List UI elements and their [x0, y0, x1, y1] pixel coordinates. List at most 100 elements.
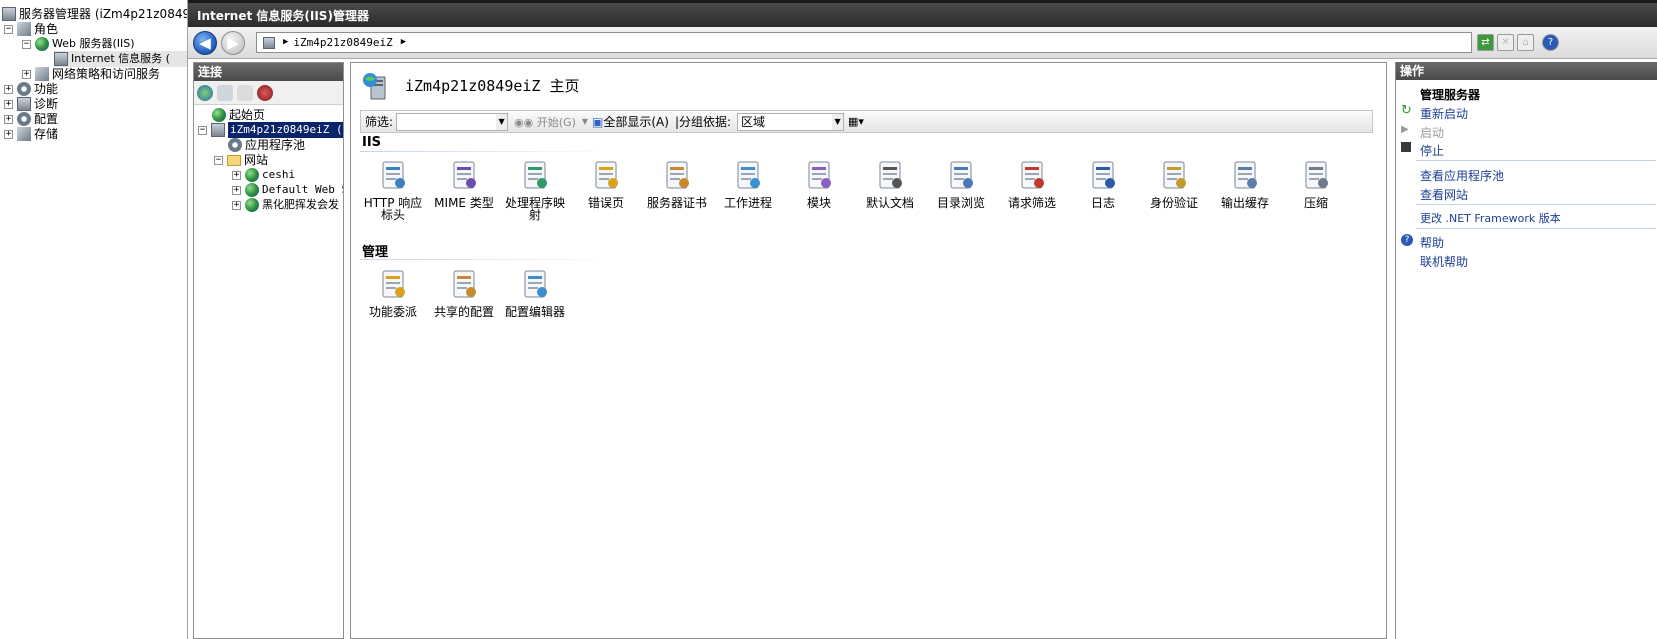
- tree-item-web-server[interactable]: − Web 服务器(IIS): [22, 36, 135, 52]
- view-icon[interactable]: ▦▾: [848, 115, 864, 128]
- tree-item-site[interactable]: + ceshi: [232, 167, 295, 183]
- refresh-icon[interactable]: ⇄: [1477, 34, 1494, 51]
- feature-tile[interactable]: 模块: [785, 159, 853, 209]
- online-help-link[interactable]: 联机帮助: [1420, 253, 1468, 270]
- address-bar[interactable]: ▶ iZm4p21z0849eiZ ▶: [256, 32, 1472, 53]
- feature-tile[interactable]: 身份验证: [1140, 159, 1208, 209]
- chevron-down-icon[interactable]: ▼: [582, 117, 588, 126]
- breadcrumb-server[interactable]: iZm4p21z0849eiZ: [293, 33, 392, 52]
- tree-item-site[interactable]: + Default Web S:: [232, 182, 343, 198]
- app-pool-icon: [228, 138, 242, 152]
- home-icon[interactable]: ⌂: [1517, 34, 1534, 51]
- connections-pane: 连接 起始页 − iZm4p21z0849eiZ (iZm 应用程序池 − 网站…: [193, 62, 344, 639]
- disconnect-icon[interactable]: [257, 84, 273, 101]
- expand-icon[interactable]: +: [232, 200, 241, 210]
- group-divider: [360, 259, 620, 260]
- expand-icon[interactable]: +: [22, 69, 31, 79]
- tree-item-site[interactable]: + 黑化肥挥发会发: [232, 197, 339, 213]
- restart-link[interactable]: 重新启动: [1420, 105, 1468, 122]
- feature-tile[interactable]: MIME 类型: [430, 159, 498, 209]
- connect-globe-icon[interactable]: [197, 84, 213, 101]
- feature-tile[interactable]: 处理程序映射: [501, 159, 569, 221]
- tree-item-start-page[interactable]: 起始页: [212, 107, 265, 123]
- actions-header: 操作: [1396, 62, 1657, 80]
- http-response-headers-icon: [377, 159, 409, 191]
- tree-item-npas[interactable]: + 网络策略和访问服务: [22, 66, 160, 82]
- save-icon[interactable]: [217, 84, 233, 101]
- help-icon[interactable]: ?: [1542, 34, 1559, 51]
- tree-item-configuration[interactable]: + 配置: [4, 111, 58, 127]
- tree-item-server[interactable]: − iZm4p21z0849eiZ (iZm: [198, 122, 343, 138]
- change-net-version-link[interactable]: 更改 .NET Framework 版本: [1420, 210, 1561, 226]
- start-link[interactable]: 启动: [1420, 124, 1444, 141]
- roles-icon: [17, 22, 31, 36]
- tree-item-label: Internet 信息服务 (: [71, 52, 170, 65]
- show-all-label: 全部显示(A): [603, 115, 669, 129]
- expand-icon[interactable]: +: [4, 114, 13, 124]
- web-server-icon: [35, 37, 49, 51]
- feature-tile[interactable]: 工作进程: [714, 159, 782, 209]
- page-title: iZm4p21z0849eiZ 主页: [405, 77, 580, 95]
- tree-item-storage[interactable]: + 存储: [4, 126, 58, 142]
- tree-item-iis-manager[interactable]: Internet 信息服务 (: [54, 51, 187, 67]
- tree-item-label: 黑化肥挥发会发: [262, 198, 339, 211]
- tree-item-sites[interactable]: − 网站: [214, 152, 268, 168]
- collapse-icon[interactable]: −: [198, 125, 207, 135]
- tree-item-app-pools[interactable]: 应用程序池: [228, 137, 305, 153]
- feature-tile[interactable]: HTTP 响应标头: [359, 159, 427, 221]
- tree-item-features[interactable]: + 功能: [4, 81, 58, 97]
- feature-tile[interactable]: 目录浏览: [927, 159, 995, 209]
- stop-icon[interactable]: ✕: [1497, 34, 1514, 51]
- view-app-pools-link[interactable]: 查看应用程序池: [1420, 167, 1504, 184]
- feature-tile[interactable]: 输出缓存: [1211, 159, 1279, 209]
- tree-item-diagnostics[interactable]: + 诊断: [4, 96, 58, 112]
- back-button[interactable]: ◀: [193, 31, 217, 55]
- output-caching-icon: [1229, 159, 1261, 191]
- breadcrumb-arrow-icon[interactable]: ▶: [283, 33, 288, 52]
- feature-tile[interactable]: 日志: [1069, 159, 1137, 209]
- chevron-down-icon[interactable]: ▼: [496, 113, 508, 130]
- up-icon[interactable]: [237, 84, 253, 101]
- group-by-select[interactable]: 区域 ▼: [737, 112, 845, 131]
- expand-icon[interactable]: +: [4, 84, 13, 94]
- feature-delegation-icon: [377, 268, 409, 300]
- collapse-icon[interactable]: −: [4, 24, 13, 34]
- feature-tile[interactable]: 错误页: [572, 159, 640, 209]
- tree-item-roles[interactable]: − 角色: [4, 21, 58, 37]
- view-sites-link[interactable]: 查看网站: [1420, 186, 1468, 203]
- tree-root-server-manager[interactable]: 服务器管理器 (iZm4p21z0849ei: [2, 6, 187, 22]
- feature-tile[interactable]: 配置编辑器: [501, 268, 569, 318]
- feature-label: 压缩: [1303, 196, 1328, 210]
- feature-tile[interactable]: 服务器证书: [643, 159, 711, 209]
- show-all-button[interactable]: ▣全部显示(A): [592, 113, 669, 130]
- stop-link[interactable]: 停止: [1420, 142, 1444, 159]
- feature-tile[interactable]: 请求筛选: [998, 159, 1066, 209]
- go-button[interactable]: ◉◉ 开始(G): [514, 114, 576, 130]
- collapse-icon[interactable]: −: [22, 39, 31, 49]
- filter-bar: 筛选: ▼ ◉◉ 开始(G) ▼ ▣全部显示(A) |分组依据: 区域 ▼ ▦▾: [360, 110, 1373, 133]
- group-title-management: 管理: [362, 245, 389, 260]
- feature-tile[interactable]: 功能委派: [359, 268, 427, 318]
- feature-label: 默认文档: [865, 196, 914, 210]
- expand-icon[interactable]: +: [4, 129, 13, 139]
- expand-icon[interactable]: +: [232, 185, 241, 195]
- logging-icon: [1087, 159, 1119, 191]
- breadcrumb-arrow-icon[interactable]: ▶: [401, 33, 406, 52]
- feature-tile[interactable]: 共享的配置: [430, 268, 498, 318]
- shared-configuration-icon: [448, 268, 480, 300]
- default-document-icon: [874, 159, 906, 191]
- tree-item-label: 诊断: [34, 97, 59, 111]
- collapse-icon[interactable]: −: [214, 155, 223, 165]
- go-button-label: 开始(G): [536, 115, 576, 129]
- help-link[interactable]: 帮助: [1420, 234, 1444, 251]
- expand-icon[interactable]: +: [232, 170, 241, 180]
- feature-label: 请求筛选: [1007, 196, 1056, 210]
- forward-button[interactable]: ▶: [221, 31, 245, 55]
- chevron-down-icon[interactable]: ▼: [832, 113, 844, 130]
- stop-icon: [1401, 142, 1411, 152]
- feature-tile[interactable]: 默认文档: [856, 159, 924, 209]
- expand-icon[interactable]: +: [4, 99, 13, 109]
- filter-input[interactable]: ▼: [396, 112, 509, 131]
- feature-label: 输出缓存: [1220, 196, 1269, 210]
- feature-tile[interactable]: 压缩: [1282, 159, 1350, 209]
